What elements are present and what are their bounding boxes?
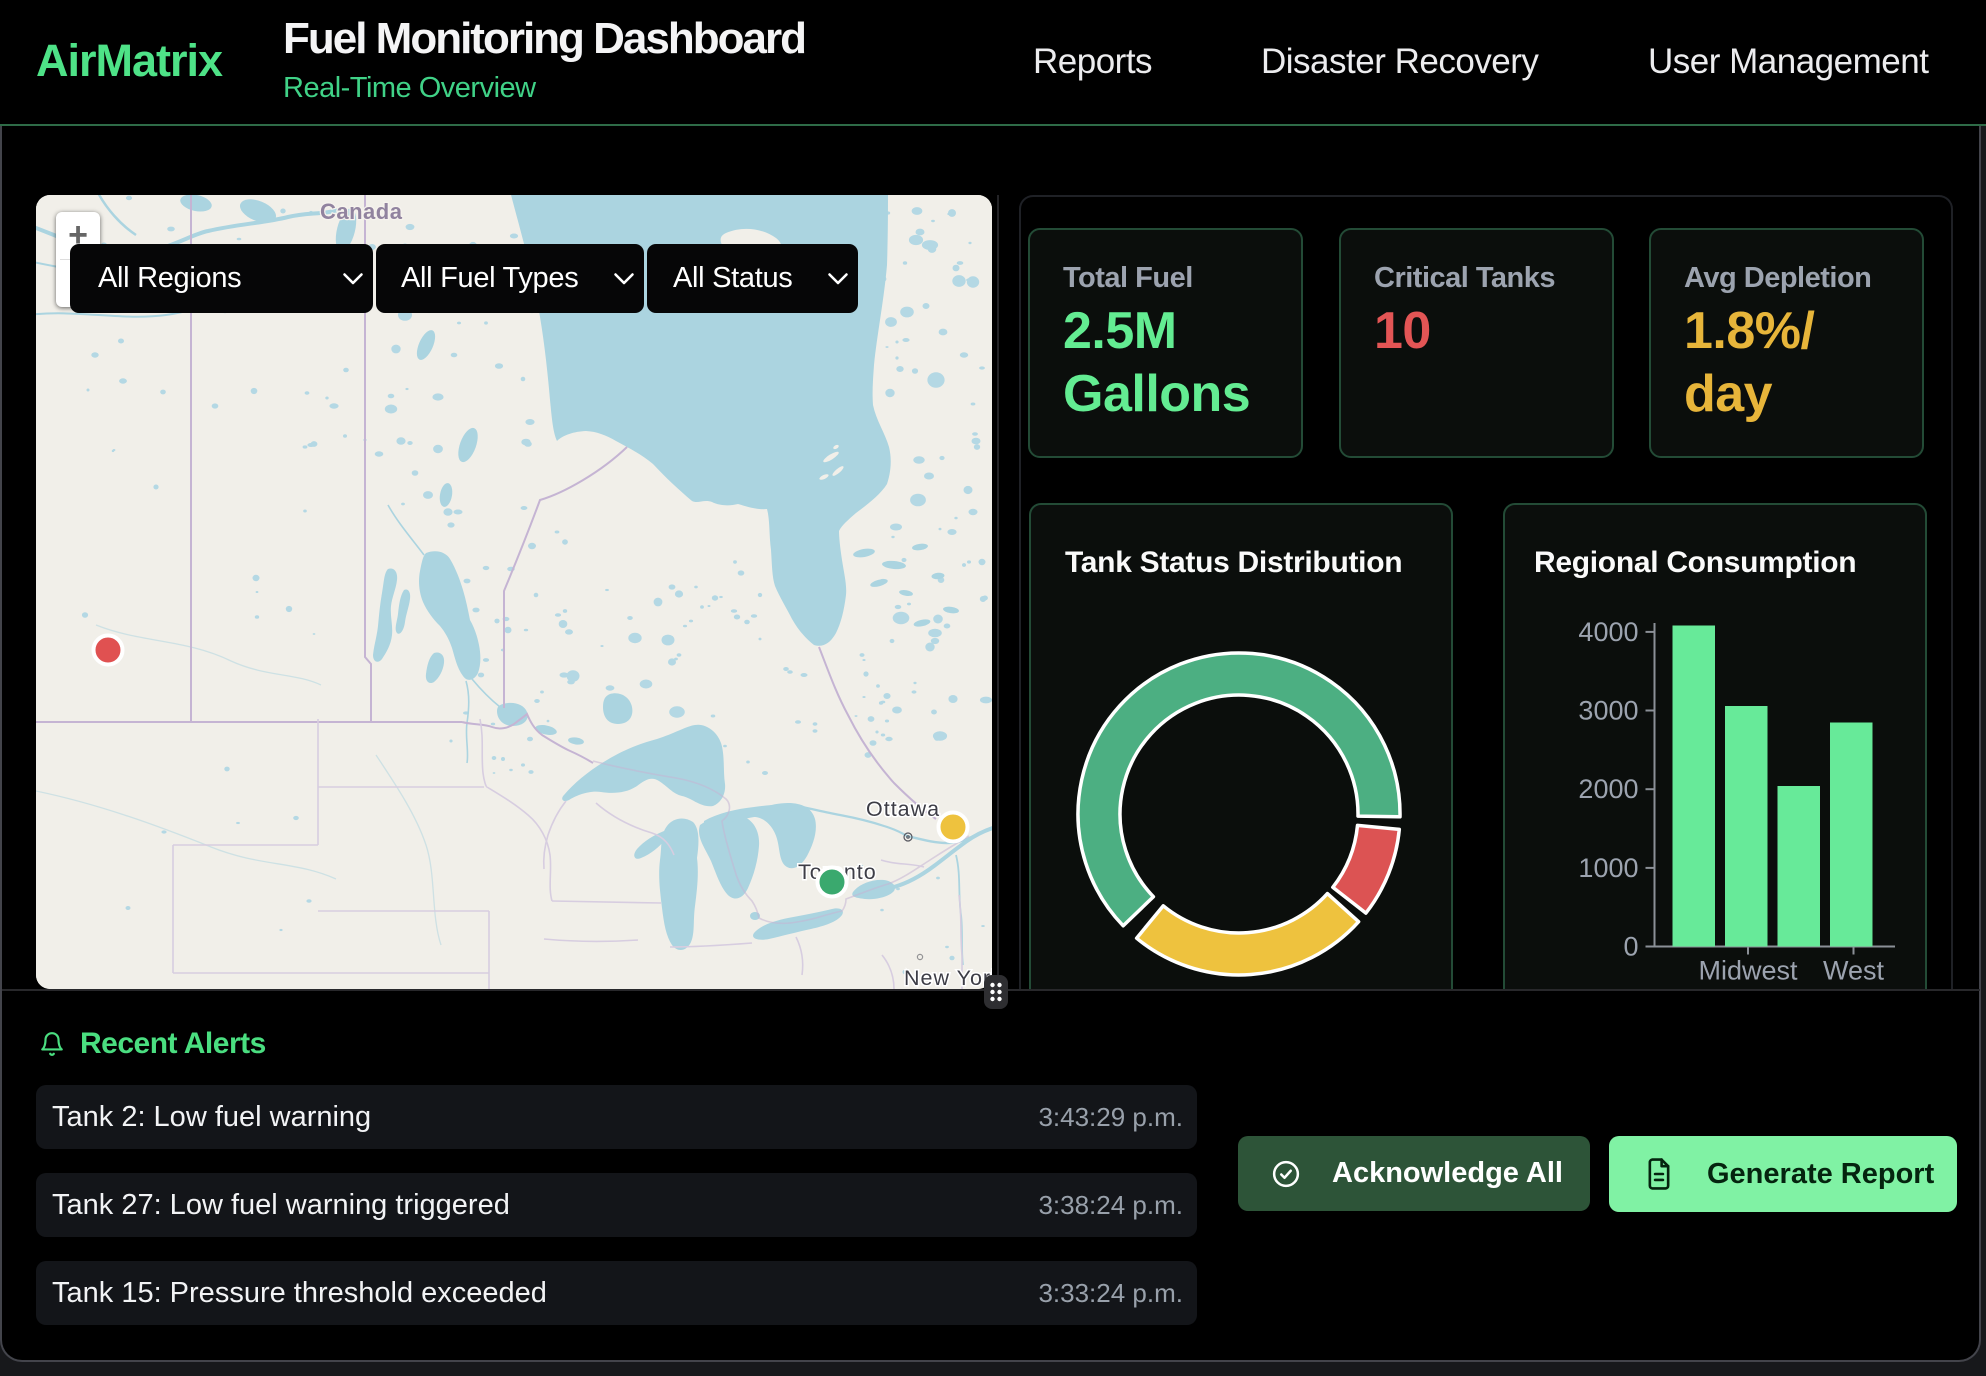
svg-text:2000: 2000 [1578,774,1638,804]
svg-text:New York: New York [904,966,992,989]
svg-text:4000: 4000 [1578,617,1638,647]
svg-text:1000: 1000 [1578,853,1638,883]
svg-text:3000: 3000 [1578,696,1638,726]
svg-text:Canada: Canada [320,199,403,224]
svg-text:0: 0 [1623,932,1638,962]
svg-text:West: West [1823,956,1885,986]
svg-text:Midwest: Midwest [1698,956,1798,986]
svg-text:Ottawa: Ottawa [866,797,940,821]
